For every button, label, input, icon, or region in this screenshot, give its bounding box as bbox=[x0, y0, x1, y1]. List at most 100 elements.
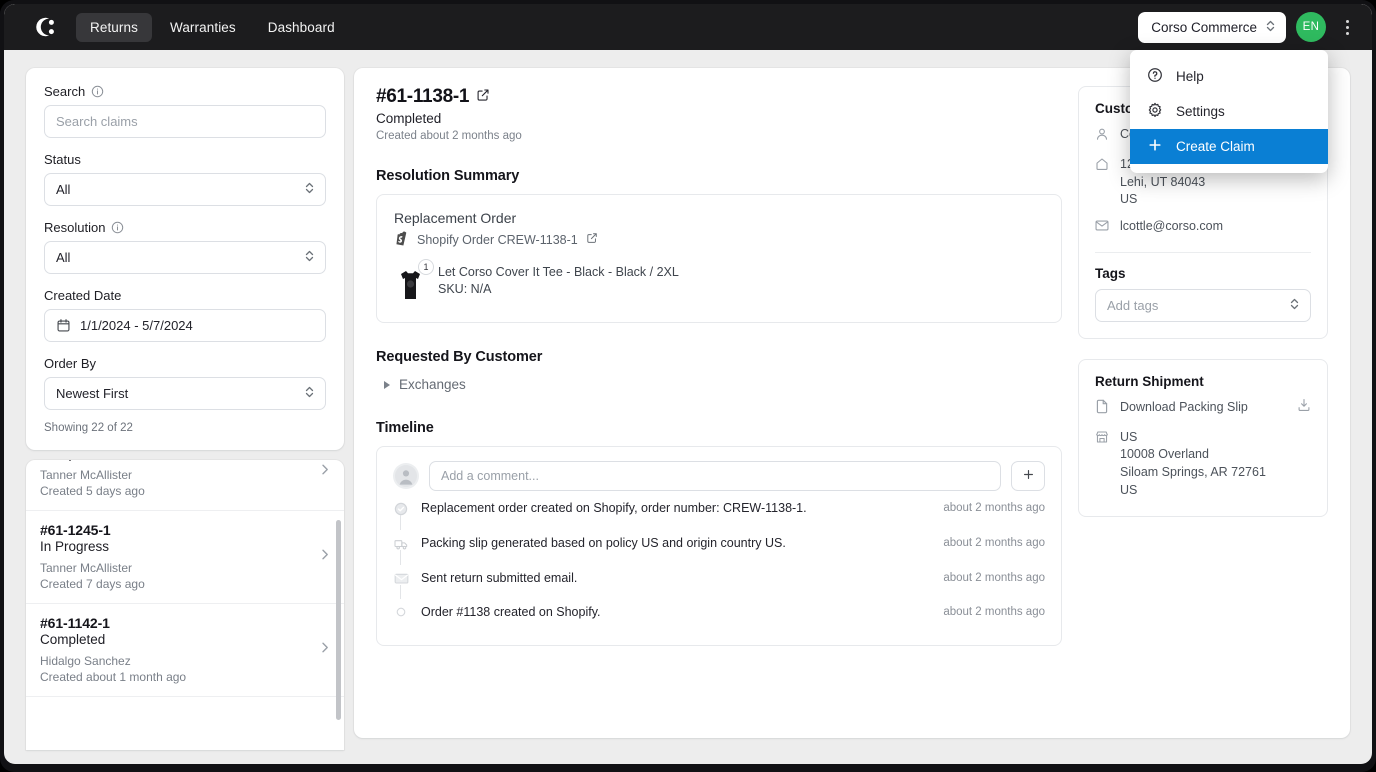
status-select[interactable]: All bbox=[44, 173, 326, 206]
chevron-updown-icon bbox=[1265, 19, 1276, 36]
organization-selector-value: Corso Commerce bbox=[1151, 19, 1257, 35]
chevron-updown-icon bbox=[304, 385, 315, 402]
resolution-summary-card: Replacement Order Shopify Order CREW-113… bbox=[376, 194, 1062, 323]
circle-icon bbox=[393, 605, 409, 618]
comment-input[interactable] bbox=[429, 461, 1001, 491]
list-item-person: Tanner McAllister bbox=[40, 561, 133, 575]
chevron-updown-icon bbox=[1289, 297, 1300, 314]
timeline-entry: Replacement order created on Shopify, or… bbox=[393, 491, 1045, 530]
menu-item-create-claim[interactable]: Create Claim bbox=[1130, 129, 1328, 164]
nav-tab-returns[interactable]: Returns bbox=[76, 12, 152, 42]
timeline-entry-text: Replacement order created on Shopify, or… bbox=[421, 501, 807, 515]
envelope-icon bbox=[1095, 218, 1110, 238]
list-item-number: #61-1245-1 bbox=[40, 522, 111, 538]
list-item[interactable]: Completed Tanner McAllister Created 5 da… bbox=[26, 460, 344, 511]
nav-tab-dashboard[interactable]: Dashboard bbox=[254, 13, 349, 42]
organization-selector[interactable]: Corso Commerce bbox=[1138, 11, 1286, 43]
resolution-line-item: 1 Let Corso Cover It Tee - Black - Black… bbox=[394, 259, 1044, 305]
user-avatar-icon bbox=[393, 463, 419, 489]
info-icon[interactable] bbox=[111, 221, 124, 234]
search-input[interactable]: Search claims bbox=[44, 105, 326, 138]
list-item-status: In Progress bbox=[40, 539, 110, 554]
timeline-title: Timeline bbox=[376, 420, 434, 436]
gear-icon bbox=[1147, 102, 1163, 121]
list-item-number: #61-1142-1 bbox=[40, 615, 110, 631]
line-item-name: Let Corso Cover It Tee - Black - Black /… bbox=[438, 265, 679, 279]
customer-email-row: lcottle@corso.com bbox=[1095, 218, 1311, 238]
product-thumbnail: 1 bbox=[394, 259, 434, 305]
order-by-label-text: Order By bbox=[44, 356, 97, 371]
resolution-type: Replacement Order bbox=[394, 210, 517, 226]
menu-item-settings[interactable]: Settings bbox=[1130, 94, 1328, 129]
return-address-row: US 10008 Overland Siloam Springs, AR 727… bbox=[1095, 429, 1311, 500]
check-circle-icon bbox=[393, 501, 409, 516]
list-item[interactable]: #61-1142-1 Completed Hidalgo Sanchez Cre… bbox=[26, 604, 344, 697]
tags-input[interactable]: Add tags bbox=[1095, 288, 1311, 322]
return-address-line3: Siloam Springs, AR 72761 bbox=[1120, 465, 1266, 479]
search-label: Search bbox=[44, 84, 326, 99]
customer-address-line2: Lehi, UT 84043 bbox=[1120, 174, 1206, 189]
timeline-entry-time: about 2 months ago bbox=[943, 537, 1045, 549]
chevron-right-icon bbox=[318, 641, 332, 660]
menu-item-help-label: Help bbox=[1176, 69, 1204, 84]
question-circle-icon bbox=[1147, 67, 1163, 86]
envelope-icon bbox=[393, 571, 409, 585]
order-by-select-value: Newest First bbox=[56, 386, 129, 401]
page-title: #61-1138-1 bbox=[376, 86, 1062, 108]
comment-composer bbox=[393, 461, 1045, 491]
list-item-created: Created about 1 month ago bbox=[40, 670, 187, 684]
avatar[interactable]: EN bbox=[1296, 12, 1326, 42]
order-by-label: Order By bbox=[44, 356, 326, 371]
status-label-text: Status bbox=[44, 152, 81, 167]
download-packing-slip-content: Download Packing Slip bbox=[1120, 398, 1311, 418]
timeline-entry-text: Packing slip generated based on policy U… bbox=[421, 536, 786, 550]
app-window: Returns Warranties Dashboard Corso Comme… bbox=[4, 4, 1372, 764]
add-comment-button[interactable] bbox=[1011, 461, 1045, 491]
chevron-right-icon bbox=[318, 548, 332, 567]
requested-by-customer-title: Requested By Customer bbox=[376, 349, 543, 365]
menu-item-help[interactable]: Help bbox=[1130, 59, 1328, 94]
created-date-label-text: Created Date bbox=[44, 288, 122, 303]
claim-detail-sidebar: Customer Cogan Lott bbox=[1078, 86, 1328, 718]
chevron-updown-icon bbox=[304, 181, 315, 198]
created-date-input[interactable]: 1/1/2024 - 5/7/2024 bbox=[44, 309, 326, 342]
order-by-select[interactable]: Newest First bbox=[44, 377, 326, 410]
list-item[interactable]: #61-1245-1 In Progress Tanner McAllister… bbox=[26, 511, 344, 604]
line-item-text: Let Corso Cover It Tee - Black - Black /… bbox=[438, 265, 679, 296]
timeline-card: Replacement order created on Shopify, or… bbox=[376, 446, 1062, 646]
exchanges-disclosure[interactable]: Exchanges bbox=[376, 375, 1062, 394]
search-label-text: Search bbox=[44, 84, 86, 99]
tags-input-placeholder: Add tags bbox=[1107, 297, 1159, 313]
customer-address-line3: US bbox=[1120, 192, 1138, 207]
shopify-order-link[interactable]: Shopify Order CREW-1138-1 bbox=[394, 230, 1044, 249]
external-link-icon[interactable] bbox=[476, 86, 490, 108]
nav-tab-warranties-label: Warranties bbox=[169, 19, 236, 35]
more-options-icon[interactable] bbox=[1336, 14, 1358, 40]
results-count: Showing 22 of 22 bbox=[44, 422, 133, 434]
resolution-select[interactable]: All bbox=[44, 241, 326, 274]
download-packing-slip-row[interactable]: Download Packing Slip bbox=[1095, 398, 1311, 420]
menu-item-create-claim-label: Create Claim bbox=[1176, 139, 1255, 154]
nav-tab-returns-label: Returns bbox=[90, 19, 138, 35]
claims-list: Completed Tanner McAllister Created 5 da… bbox=[26, 460, 344, 750]
list-item-person: Hidalgo Sanchez bbox=[40, 654, 131, 668]
resolution-label-text: Resolution bbox=[44, 220, 106, 235]
calendar-icon bbox=[56, 318, 71, 333]
top-navigation-bar: Returns Warranties Dashboard Corso Comme… bbox=[4, 4, 1372, 50]
chevron-updown-icon bbox=[304, 249, 315, 266]
triangle-right-icon bbox=[384, 380, 390, 389]
info-icon[interactable] bbox=[91, 85, 104, 98]
line-item-sku: SKU: N/A bbox=[438, 282, 492, 296]
claim-created: Created about 2 months ago bbox=[376, 130, 522, 142]
home-icon bbox=[1095, 156, 1110, 177]
return-address-line4: US bbox=[1120, 482, 1138, 497]
quantity-badge: 1 bbox=[418, 259, 434, 275]
claims-list-scrollbar[interactable] bbox=[336, 520, 341, 720]
download-icon[interactable] bbox=[1297, 398, 1311, 418]
nav-tab-warranties[interactable]: Warranties bbox=[156, 13, 250, 42]
customer-email[interactable]: lcottle@corso.com bbox=[1120, 218, 1223, 236]
list-item-status: Completed bbox=[40, 460, 314, 461]
claims-sidebar: Search Search claims Status All Resoluti… bbox=[26, 68, 344, 764]
page-title-text: #61-1138-1 bbox=[376, 86, 470, 107]
list-item-person: Tanner McAllister bbox=[40, 468, 133, 482]
